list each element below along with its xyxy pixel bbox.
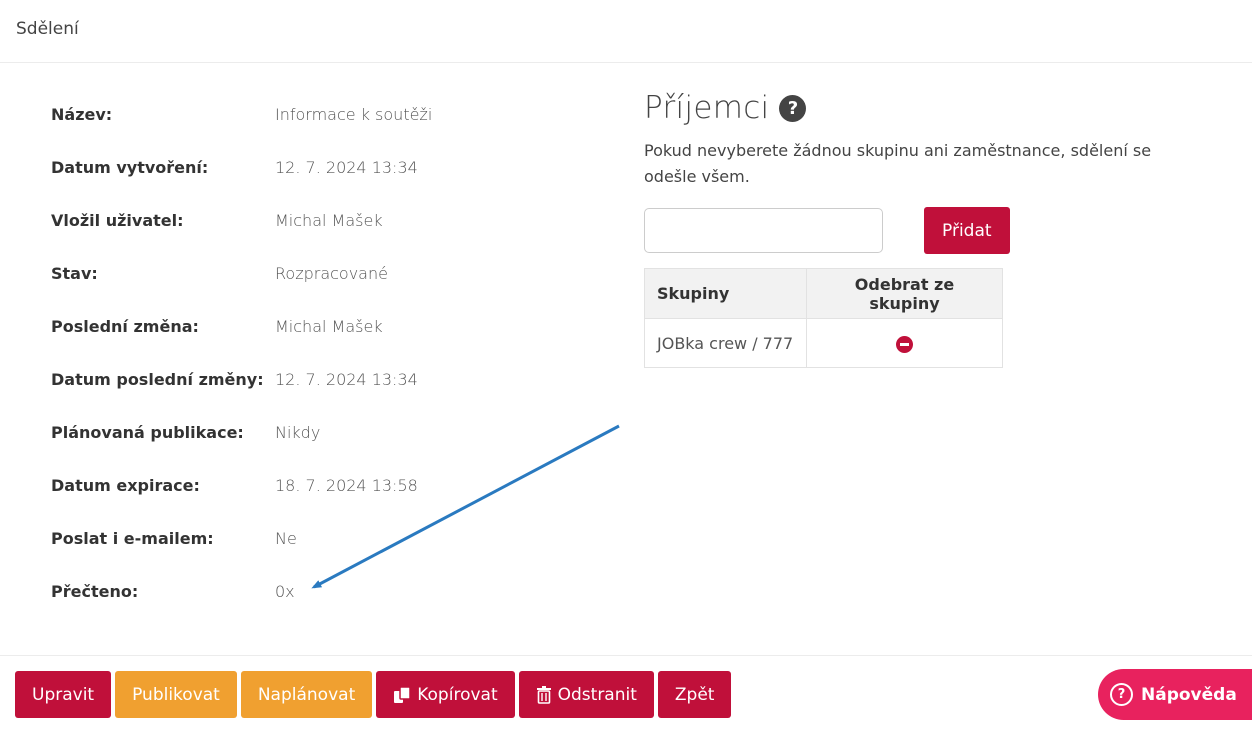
detail-label: Poslat i e-mailem: — [51, 529, 214, 548]
detail-value: 18. 7. 2024 13:58 — [275, 476, 418, 495]
detail-label: Stav: — [51, 264, 98, 283]
recipients-heading: Příjemci ? — [644, 90, 1204, 126]
detail-label: Název: — [51, 105, 113, 124]
detail-label: Přečteno: — [51, 582, 139, 601]
detail-value: Nikdy — [275, 423, 321, 442]
help-button[interactable]: ? Nápověda — [1098, 669, 1252, 720]
recipients-panel: Příjemci ? Pokud nevyberete žádnou skupi… — [644, 90, 1204, 368]
detail-value: Ne — [275, 529, 297, 548]
copy-icon — [394, 685, 411, 703]
detail-label: Datum vytvoření: — [51, 158, 209, 177]
question-icon[interactable]: ? — [779, 94, 807, 122]
detail-value: Michal Mašek — [275, 211, 383, 230]
add-recipient-row: Přidat — [644, 207, 1010, 254]
column-header-remove: Odebrat ze skupiny — [806, 268, 1003, 319]
group-name-cell: JOBka crew / 777 — [644, 318, 807, 368]
detail-value: Informace k soutěži — [275, 105, 433, 124]
action-buttons: Upravit Publikovat Naplánovat Kopírovat … — [15, 671, 732, 718]
edit-button[interactable]: Upravit — [15, 671, 112, 718]
remove-circle-icon[interactable] — [896, 335, 913, 353]
page-title: Sdělení — [16, 19, 79, 39]
detail-label: Plánovaná publikace: — [51, 423, 244, 442]
delete-button[interactable]: Odstranit — [518, 671, 654, 718]
detail-label: Datum poslední změny: — [51, 370, 264, 389]
detail-value: 12. 7. 2024 13:34 — [275, 370, 418, 389]
publish-button[interactable]: Publikovat — [115, 671, 237, 718]
table-row: JOBka crew / 777 — [644, 318, 1003, 368]
table-header-row: Skupiny Odebrat ze skupiny — [644, 268, 1003, 319]
column-header-groups: Skupiny — [644, 268, 807, 319]
copy-button[interactable]: Kopírovat — [376, 671, 515, 718]
schedule-button[interactable]: Naplánovat — [240, 671, 373, 718]
groups-table: Skupiny Odebrat ze skupiny JOBka crew / … — [644, 268, 1003, 368]
add-recipient-button[interactable]: Přidat — [924, 207, 1010, 254]
recipients-title: Příjemci — [644, 90, 770, 126]
remove-cell — [806, 318, 1003, 368]
detail-value: Michal Mašek — [275, 317, 383, 336]
trash-icon — [536, 685, 551, 704]
page-header: Sdělení — [0, 0, 1252, 63]
detail-value: 12. 7. 2024 13:34 — [275, 158, 418, 177]
read-count-value: 0x — [275, 582, 295, 601]
action-footer: Upravit Publikovat Naplánovat Kopírovat … — [0, 655, 1252, 729]
recipients-description: Pokud nevyberete žádnou skupinu ani zamě… — [644, 141, 1152, 186]
detail-label: Poslední změna: — [51, 317, 199, 336]
help-circle-icon: ? — [1110, 683, 1133, 706]
annotation-arrow-line — [311, 424, 620, 589]
recipient-search-input[interactable] — [644, 208, 883, 253]
detail-label: Vložil uživatel: — [51, 211, 184, 230]
detail-value: Rozpracované — [275, 264, 388, 283]
copy-button-label: Kopírovat — [417, 684, 498, 705]
detail-label: Datum expirace: — [51, 476, 200, 495]
back-button[interactable]: Zpět — [657, 671, 732, 718]
help-button-label: Nápověda — [1141, 684, 1237, 705]
delete-button-label: Odstranit — [557, 684, 637, 705]
